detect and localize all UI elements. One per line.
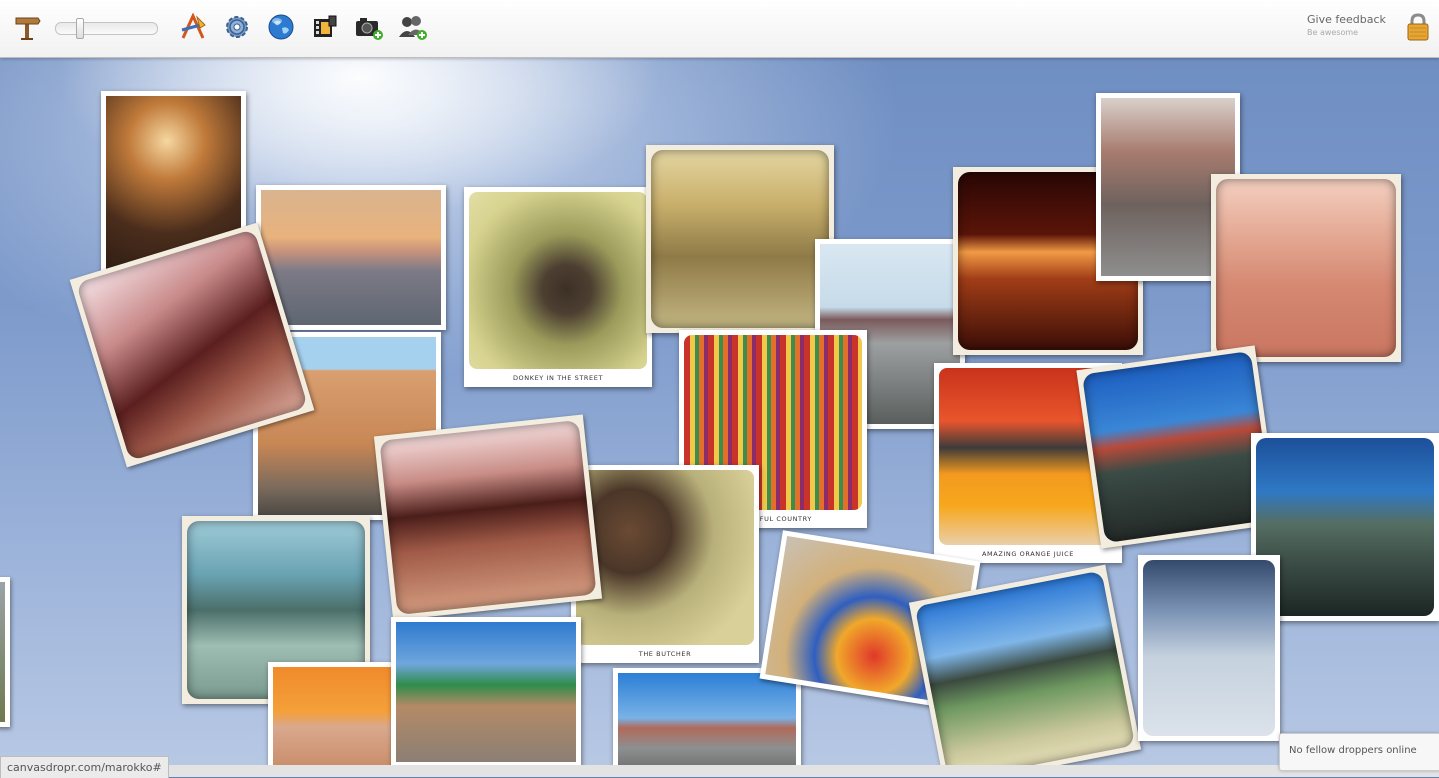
photo-caption: DONKEY IN THE STREET: [512, 374, 604, 382]
zoom-slider-thumb[interactable]: [76, 18, 84, 39]
camera-add-icon[interactable]: [354, 12, 384, 42]
gear-icon[interactable]: [222, 12, 252, 42]
photo-edge-left[interactable]: [0, 577, 10, 727]
globe-icon[interactable]: [266, 12, 296, 42]
toolbar: Give feedback Be awesome: [0, 0, 1439, 58]
photo-red-carriages[interactable]: [373, 414, 603, 621]
film-icon[interactable]: [310, 12, 340, 42]
zoom-slider[interactable]: [55, 18, 158, 39]
photo-butcher[interactable]: THE BUTCHER: [571, 465, 759, 663]
users-add-icon[interactable]: [398, 12, 428, 42]
give-feedback-link[interactable]: Give feedback Be awesome: [1307, 14, 1386, 37]
bottom-strip: [0, 765, 1439, 777]
photo-alley[interactable]: [646, 145, 834, 333]
photo-souk-awnings[interactable]: [391, 617, 581, 765]
signpost-icon[interactable]: [12, 12, 42, 42]
photo-caption: THE BUTCHER: [638, 650, 692, 658]
photo-red-square[interactable]: [1211, 174, 1401, 362]
lock-icon[interactable]: [1406, 13, 1430, 41]
photo-plane-window[interactable]: [1138, 555, 1280, 741]
photo-donkey[interactable]: DONKEY IN THE STREET: [464, 187, 652, 387]
drawing-tools-icon[interactable]: [178, 12, 208, 42]
feedback-subtitle: Be awesome: [1307, 28, 1359, 37]
online-status-badge[interactable]: No fellow droppers online: [1279, 733, 1439, 771]
photo-canvas[interactable]: DONKEY IN THE STREET COLORFUL COUNTRY AM…: [0, 57, 1439, 765]
photo-sunset[interactable]: [256, 185, 446, 330]
photo-road-palms[interactable]: [613, 668, 801, 765]
photo-motorbikes[interactable]: [1076, 345, 1280, 549]
status-url: canvasdropr.com/marokko#: [0, 756, 169, 778]
photo-oranges-bottom[interactable]: [268, 662, 396, 765]
feedback-title[interactable]: Give feedback: [1307, 14, 1386, 25]
